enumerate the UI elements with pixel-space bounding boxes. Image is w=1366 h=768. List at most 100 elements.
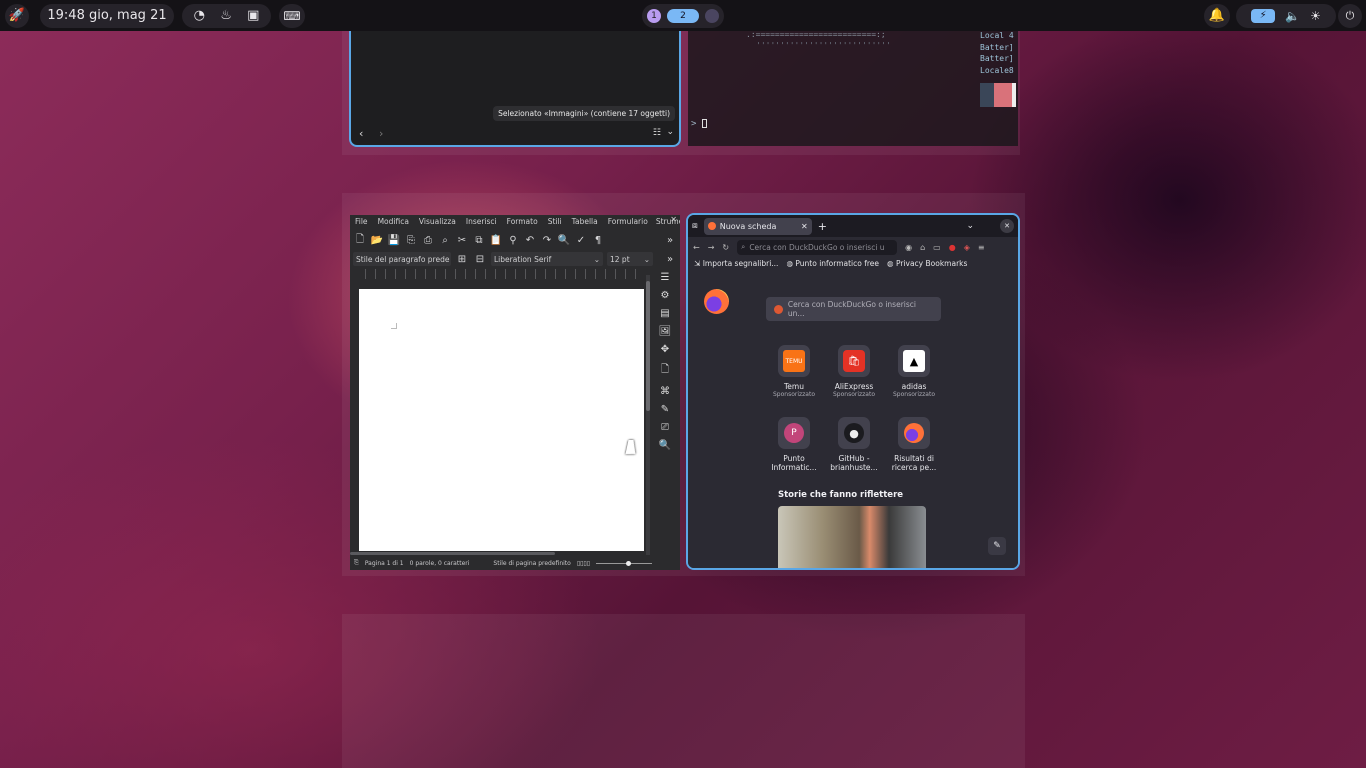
list-view-icon: ☷ [652,128,661,138]
menu-formato[interactable]: Formato [502,217,543,226]
clock-widget[interactable]: 19:48 gio, mag 21 [40,3,174,28]
quick-settings[interactable]: ⚡ 🔈 ☀ [1236,3,1336,28]
keyboard-button[interactable]: ⌨ [279,3,305,28]
bookmark-import[interactable]: ⇲ Importa segnalibri... [694,259,778,268]
temperature-icon: ♨ [220,8,232,23]
manage-changes-icon[interactable]: ✎ [661,404,669,415]
new-tab-icon[interactable]: + [818,220,827,233]
close-window-icon[interactable]: ✕ [1000,219,1014,233]
notifications-button[interactable]: 🔔 [1204,3,1230,28]
firefox-logo-icon [704,289,729,314]
menu-modifica[interactable]: Modifica [373,217,414,226]
writer-window[interactable]: File Modifica Visualizza Inserisci Forma… [350,215,680,570]
menu-icon[interactable]: ≡ [978,243,985,252]
copy-icon[interactable]: ⧉ [472,233,486,247]
menu-tabella[interactable]: Tabella [567,217,603,226]
story-image[interactable] [778,506,926,568]
shortcut-punto-informatico[interactable]: P Punto Informatic... [764,417,824,472]
font-name-select[interactable]: Liberation Serif ⌄ [491,252,603,266]
list-tabs-icon[interactable]: ⌄ [966,221,974,231]
view-list-button[interactable]: ☷ [653,128,661,138]
search-box[interactable]: Cerca con DuckDuckGo o inserisci un... [766,297,941,321]
menu-stili[interactable]: Stili [543,217,567,226]
formatting-marks-icon[interactable]: ¶ [591,233,605,247]
menu-formulario[interactable]: Formulario [603,217,653,226]
shortcut-github[interactable]: ● GitHub - brianhuste... [824,417,884,472]
view-layout-icon[interactable]: ▯▯▯▯ [577,560,590,567]
menu-file[interactable]: File [353,217,373,226]
customize-button[interactable]: ✎ [988,537,1006,555]
style-inspector-icon[interactable]: ⌘ [660,386,670,397]
back-button[interactable]: ‹ [359,127,363,140]
bookmark-privacy[interactable]: ◍ Privacy Bookmarks [887,259,967,268]
zoom-slider[interactable] [596,560,653,566]
cut-icon[interactable]: ✂ [455,233,469,247]
font-size-select[interactable]: 12 pt ⌄ [607,252,653,266]
find-replace-icon[interactable]: 🔍 [659,440,671,451]
reload-icon[interactable]: ↻ [722,243,729,252]
sidebar-toggle-icon[interactable]: ⧈ [692,221,698,231]
url-bar[interactable]: ⌕ Cerca con DuckDuckGo o inserisci u [737,239,898,255]
page-properties-icon[interactable]: 🗋 [661,362,669,379]
update-style-icon[interactable]: ⊞ [455,252,469,266]
extensions-icon[interactable]: ⌂ [920,243,925,252]
shortcut-temu[interactable]: TEMU Temu Sponsorizzato [764,345,824,398]
back-icon[interactable]: ← [693,243,700,252]
navigator-icon[interactable]: ✥ [661,344,669,355]
bookmark-punto-informatico[interactable]: ◍ Punto informatico free [786,259,879,268]
page-style[interactable]: Stile di pagina predefinito [493,560,570,567]
files-window[interactable]: Selezionato «Immagini» (contiene 17 ogge… [349,31,681,147]
system-menu-button[interactable]: ⏻ [1338,3,1362,28]
menu-visualizza[interactable]: Visualizza [414,217,461,226]
workspace-switcher[interactable]: 1 2 [642,3,724,28]
workspace-2-active[interactable]: 2 [667,8,699,23]
shortcut-search-results[interactable]: Risultati di ricerca pe... [884,417,944,472]
paste-icon[interactable]: 📋 [489,233,503,247]
save-icon[interactable]: 💾 [387,233,401,247]
new-style-icon[interactable]: ⊟ [473,252,487,266]
firefox-window[interactable]: ⧈ Nuova scheda ✕ + ⌄ ✕ ← → ↻ ⌕ Cerca con … [686,213,1020,570]
forward-button[interactable]: › [379,127,383,140]
new-document-icon[interactable]: 🗋 [353,233,367,247]
forward-icon[interactable]: → [708,243,715,252]
export-pdf-icon[interactable]: ⎘ [404,233,418,247]
close-tab-icon[interactable]: ✕ [801,222,808,231]
word-count[interactable]: 0 parole, 0 caratteri [410,560,470,567]
properties-icon[interactable]: ⚙ [661,290,670,301]
clone-formatting-icon[interactable]: ⚲ [506,233,520,247]
horizontal-scrollbar[interactable] [350,552,555,555]
menu-inserisci[interactable]: Inserisci [461,217,502,226]
find-icon[interactable]: 🔍 [557,233,571,247]
close-window-button[interactable]: ✕ [670,215,677,224]
design-icon[interactable]: ⎚ [661,422,669,433]
print-icon[interactable]: ⎙ [421,233,435,247]
view-options-button[interactable]: ⌄ [666,127,674,137]
workspace-3[interactable] [705,8,719,23]
account-icon[interactable]: ◉ [905,243,912,252]
workspace-1[interactable]: 1 [647,8,661,23]
undo-icon[interactable]: ↶ [523,233,537,247]
vertical-scrollbar[interactable] [646,275,650,555]
spelling-icon[interactable]: ✓ [574,233,588,247]
open-icon[interactable]: 📂 [370,233,384,247]
extension-icon[interactable]: ◈ [964,243,970,252]
ruler[interactable] [356,269,641,279]
ublock-icon[interactable]: ● [949,243,956,252]
shortcut-aliexpress[interactable]: 🛍 AliExpress Sponsorizzato [824,345,884,398]
tab-new-tab[interactable]: Nuova scheda ✕ [703,217,812,235]
paragraph-style-select[interactable]: Stile del paragrafo prede⌄ [353,252,451,266]
more-tools-icon[interactable]: » [663,233,677,247]
print-preview-icon[interactable]: ⌕ [438,233,452,247]
redo-icon[interactable]: ↷ [540,233,554,247]
launcher-button[interactable]: 🚀 [5,3,29,28]
page-icon[interactable]: ▤ [660,308,669,319]
system-monitor[interactable]: ◔ ♨ ▣ [182,3,271,28]
terminal-window[interactable]: .:=========================:; ''''''''''… [688,31,1018,146]
gallery-icon[interactable]: 🖼 [659,326,672,337]
document-page[interactable] [359,289,644,551]
more-formatting-icon[interactable]: » [663,252,677,266]
sidebar-menu-icon[interactable]: ☰ [661,272,670,283]
shortcut-adidas[interactable]: ▲ adidas Sponsorizzato [884,345,944,398]
downloads-icon[interactable]: ▭ [933,243,941,252]
page-count[interactable]: Pagina 1 di 1 [365,560,404,567]
